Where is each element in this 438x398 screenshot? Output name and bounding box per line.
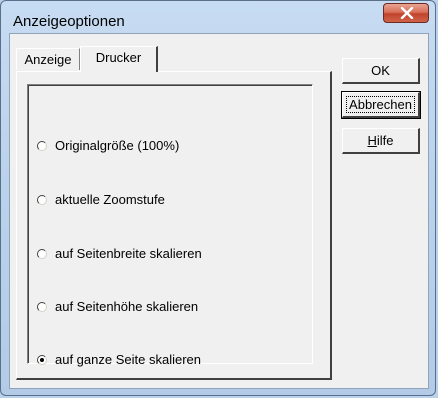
tab-anzeige[interactable]: Anzeige — [16, 48, 80, 70]
help-button[interactable]: Hilfe — [342, 128, 420, 154]
help-label-rest: ilfe — [376, 133, 394, 148]
dialog-client-area: Anzeige Drucker Originalgröße (100%) akt… — [9, 33, 429, 389]
tab-drucker[interactable]: Drucker — [80, 46, 158, 72]
radio-button[interactable] — [37, 141, 47, 151]
close-button[interactable] — [383, 3, 429, 23]
cancel-button-label: Abbrechen — [346, 96, 415, 113]
option-original-size[interactable]: Originalgröße (100%) — [37, 137, 179, 155]
radio-button[interactable] — [37, 195, 47, 205]
radio-button-selected[interactable] — [37, 355, 47, 365]
option-fit-page[interactable]: auf ganze Seite skalieren — [37, 351, 201, 369]
window-title: Anzeigeoptionen — [13, 13, 125, 30]
radio-button[interactable] — [37, 249, 47, 259]
help-mnemonic: H — [367, 133, 377, 148]
option-current-zoom[interactable]: aktuelle Zoomstufe — [37, 191, 165, 209]
option-fit-width[interactable]: auf Seitenbreite skalieren — [37, 245, 202, 263]
close-icon — [400, 7, 414, 19]
dialog-window: Anzeigeoptionen Anzeige Drucker Original… — [0, 0, 436, 396]
option-label: auf Seitenhöhe skalieren — [55, 299, 199, 314]
cancel-button[interactable]: Abbrechen — [341, 91, 421, 119]
ok-button[interactable]: OK — [342, 58, 420, 84]
radio-button[interactable] — [37, 302, 47, 312]
option-label: auf Seitenbreite skalieren — [55, 246, 202, 261]
tab-panel: Originalgröße (100%) aktuelle Zoomstufe … — [16, 71, 332, 380]
options-group — [27, 84, 313, 364]
option-label: aktuelle Zoomstufe — [55, 192, 165, 207]
option-label: auf ganze Seite skalieren — [55, 352, 201, 367]
option-fit-height[interactable]: auf Seitenhöhe skalieren — [37, 298, 198, 316]
option-label: Originalgröße (100%) — [55, 138, 180, 153]
